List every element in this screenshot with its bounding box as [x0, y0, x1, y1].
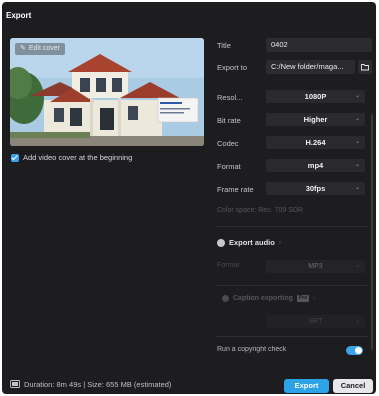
caption-format-select[interactable]: SRT ⌄: [266, 315, 365, 328]
video-preview[interactable]: ✎ Edit cover: [10, 38, 204, 146]
caption-format-value: SRT: [308, 318, 323, 325]
chevron-right-icon: ›: [278, 239, 281, 246]
divider: [216, 285, 368, 286]
resolution-value: 1080P: [304, 92, 327, 101]
codec-select[interactable]: H.264 ⌄: [266, 136, 365, 149]
frame-rate-label: Frame rate: [217, 185, 254, 194]
export-audio-toggle[interactable]: [217, 238, 225, 247]
frame-rate-select[interactable]: 30fps ⌄: [266, 182, 365, 195]
codec-label: Codec: [217, 139, 239, 148]
pencil-icon: ✎: [20, 45, 26, 52]
chevron-down-icon: ⌄: [354, 139, 360, 145]
export-button[interactable]: Export: [284, 379, 329, 393]
cancel-button[interactable]: Cancel: [333, 379, 373, 393]
bit-rate-label: Bit rate: [217, 116, 241, 125]
export-path-input[interactable]: C:/New folder/maga...: [266, 60, 355, 74]
chevron-down-icon: ⌄: [354, 185, 360, 191]
frame-rate-value: 30fps: [305, 184, 326, 193]
copyright-check-label: Run a copyright check: [217, 346, 287, 353]
add-cover-option[interactable]: Add video cover at the beginning: [11, 153, 132, 162]
chevron-down-icon: ⌄: [354, 263, 360, 269]
resolution-label: Resol...: [217, 93, 243, 102]
format-label: Format: [217, 162, 241, 171]
audio-format-select[interactable]: MP3 ⌄: [266, 260, 365, 273]
chevron-down-icon: ⌄: [354, 162, 360, 168]
edit-cover-button[interactable]: ✎ Edit cover: [15, 43, 65, 55]
pro-badge: Pro: [296, 295, 310, 302]
duration-size-info: Duration: 8m 49s | Size: 655 MB (estimat…: [24, 380, 172, 389]
footer: Duration: 8m 49s | Size: 655 MB (estimat…: [2, 372, 376, 394]
edit-cover-label: Edit cover: [28, 45, 60, 52]
bit-rate-value: Higher: [303, 115, 328, 124]
export-to-label: Export to: [217, 63, 248, 72]
codec-value: H.264: [305, 138, 326, 147]
format-value: mp4: [307, 161, 324, 170]
folder-icon: [361, 64, 369, 71]
export-audio-option[interactable]: Export audio ›: [217, 238, 281, 247]
copyright-check-toggle[interactable]: [346, 346, 363, 355]
export-dialog: Export ✎ Edit cover Add video cover at t…: [2, 2, 376, 394]
export-audio-label: Export audio: [229, 238, 275, 247]
chevron-down-icon: ⌄: [354, 116, 360, 122]
chevron-right-icon: ›: [313, 295, 316, 302]
chevron-down-icon: ⌄: [354, 318, 360, 324]
title-bar: Export: [2, 2, 376, 30]
browse-folder-button[interactable]: [358, 60, 372, 74]
title-input[interactable]: 0402: [266, 38, 372, 52]
audio-format-label: Format: [217, 262, 240, 269]
divider: [216, 336, 368, 337]
film-icon: [10, 380, 20, 388]
settings-scrollbar[interactable]: [371, 114, 373, 350]
color-space-info: Color space: Rec. 709 SDR: [217, 207, 303, 214]
caption-export-option[interactable]: Caption exporting Pro ›: [222, 295, 315, 302]
caption-export-label: Caption exporting: [233, 295, 293, 302]
chevron-down-icon: ⌄: [354, 93, 360, 99]
add-cover-label: Add video cover at the beginning: [23, 153, 133, 162]
caption-export-toggle[interactable]: [222, 295, 229, 302]
dialog-title: Export: [6, 11, 32, 20]
format-select[interactable]: mp4 ⌄: [266, 159, 365, 172]
resolution-select[interactable]: 1080P ⌄: [266, 90, 365, 103]
audio-format-value: MP3: [308, 263, 323, 270]
divider: [216, 226, 368, 227]
bit-rate-select[interactable]: Higher ⌄: [266, 113, 365, 126]
add-cover-checkbox[interactable]: [11, 153, 19, 162]
title-label: Title: [217, 41, 231, 50]
